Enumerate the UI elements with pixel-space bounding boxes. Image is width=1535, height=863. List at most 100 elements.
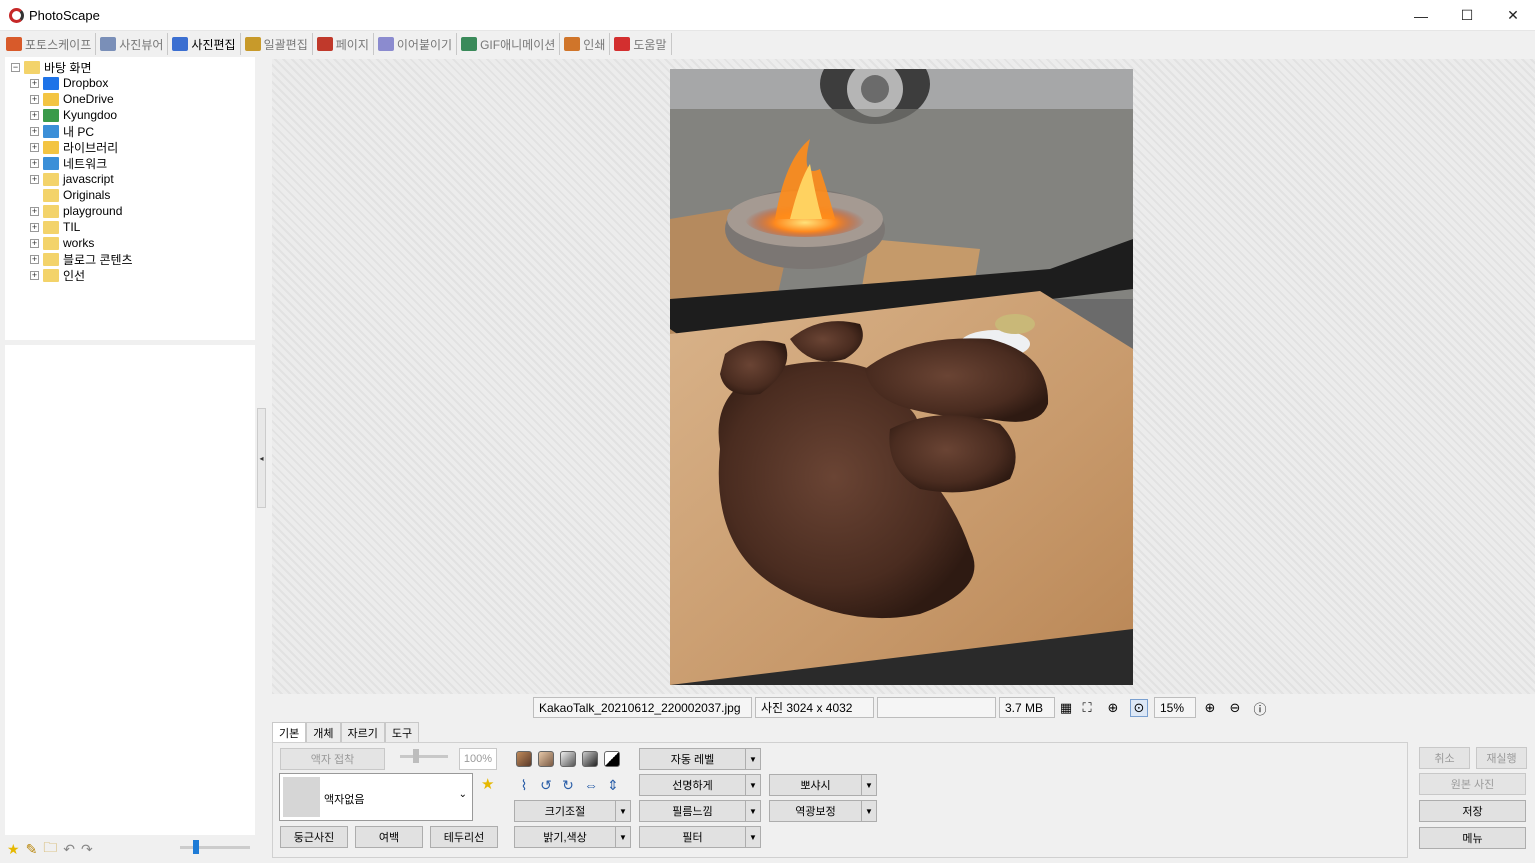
brightness-dropdown[interactable]: 밝기,색상 ▼: [514, 826, 631, 848]
main-tab-0[interactable]: 포토스케이프: [2, 33, 97, 55]
sharpen-dropdown[interactable]: 선명하게 ▼: [639, 774, 761, 796]
main-tab-7[interactable]: 인쇄: [560, 33, 611, 55]
tree-item[interactable]: + Kyungdoo: [30, 107, 117, 123]
sub-tab-2[interactable]: 자르기: [340, 722, 385, 742]
rotate-left-icon[interactable]: ↺: [537, 776, 555, 794]
expand-icon[interactable]: +: [30, 78, 39, 88]
backlight-dropdown[interactable]: 역광보정 ▼: [769, 800, 877, 822]
tone-bw-icon[interactable]: [604, 751, 620, 767]
sub-tab-3[interactable]: 도구: [384, 722, 420, 742]
tone-gray-icon[interactable]: [560, 751, 576, 767]
tree-item[interactable]: + 블로그 콘텐츠: [30, 251, 133, 267]
photo-info-icon[interactable]: ⓘ: [1251, 699, 1269, 717]
tone-brown-icon[interactable]: [516, 751, 532, 767]
bloom-dropdown[interactable]: 뽀샤시 ▼: [769, 774, 877, 796]
zoom-in-icon[interactable]: ⊕: [1201, 699, 1219, 717]
border-button[interactable]: 테두리선: [430, 826, 498, 848]
tree-item-label: works: [63, 236, 95, 250]
forward-arrow-icon[interactable]: ↷: [81, 841, 93, 858]
original-photo-button[interactable]: 원본 사진: [1419, 773, 1526, 795]
actual-size-icon[interactable]: ⊕: [1104, 699, 1122, 717]
frame-apply-button[interactable]: 액자 접착: [280, 748, 385, 770]
film-dropdown[interactable]: 필름느낌 ▼: [639, 800, 761, 822]
tone-sepia-icon[interactable]: [538, 751, 554, 767]
expand-icon[interactable]: +: [30, 94, 39, 104]
frame-percent-field[interactable]: 100%: [459, 748, 497, 770]
tree-item-label: OneDrive: [63, 92, 114, 106]
tree-item-label: 라이브러리: [63, 140, 119, 155]
expand-icon[interactable]: +: [30, 110, 39, 120]
expand-icon[interactable]: +: [30, 254, 39, 264]
tree-item[interactable]: + 네트워크: [30, 155, 107, 171]
auto-level-label: 자동 레벨: [639, 748, 746, 770]
tree-item[interactable]: + Dropbox: [30, 75, 108, 91]
frame-opacity-slider-thumb[interactable]: [413, 749, 419, 763]
expand-icon[interactable]: +: [30, 270, 39, 280]
film-label: 필름느낌: [639, 800, 746, 822]
favorite-frame-star-icon[interactable]: ★: [481, 775, 494, 793]
straighten-icon[interactable]: ⌇: [515, 776, 533, 794]
transparency-grid-icon[interactable]: ▦: [1057, 699, 1075, 717]
tree-item[interactable]: + 내 PC: [30, 123, 94, 139]
rotate-right-icon[interactable]: ↻: [559, 776, 577, 794]
collapse-icon[interactable]: −: [11, 62, 20, 72]
tree-item[interactable]: + 인선: [30, 267, 85, 283]
tree-item[interactable]: + works: [30, 235, 94, 251]
undo-button[interactable]: 취소: [1419, 747, 1470, 769]
favorite-star-icon[interactable]: ★: [7, 841, 20, 858]
main-tab-4[interactable]: 페이지: [313, 33, 374, 55]
auto-level-dropdown[interactable]: 자동 레벨 ▼: [639, 748, 761, 770]
main-tab-2[interactable]: 사진편집: [168, 33, 241, 55]
tree-item[interactable]: + playground: [30, 203, 122, 219]
frame-select-dropdown[interactable]: 액자없음 ⌄: [279, 773, 473, 821]
backlight-label: 역광보정: [769, 800, 862, 822]
tree-item[interactable]: + TIL: [30, 219, 80, 235]
tree-item[interactable]: + 라이브러리: [30, 139, 118, 155]
margin-button[interactable]: 여백: [355, 826, 423, 848]
tree-item-label: TIL: [63, 220, 81, 234]
expand-icon[interactable]: +: [30, 206, 39, 216]
tools-icon[interactable]: ✎: [26, 841, 38, 858]
main-tab-8[interactable]: 도움말: [610, 33, 672, 55]
expand-icon[interactable]: +: [30, 222, 39, 232]
sub-tab-1[interactable]: 개체: [306, 722, 341, 742]
tree-root-desktop[interactable]: − 바탕 화면: [11, 59, 92, 75]
image-canvas[interactable]: [272, 59, 1535, 694]
save-button[interactable]: 저장: [1419, 800, 1526, 822]
filter-dropdown[interactable]: 필터 ▼: [639, 826, 761, 848]
menu-button[interactable]: 메뉴: [1419, 827, 1526, 849]
expand-icon[interactable]: +: [30, 158, 39, 168]
main-tab-6[interactable]: GIF애니메이션: [457, 33, 561, 55]
fit-window-icon[interactable]: ⊙: [1130, 699, 1148, 717]
expand-icon[interactable]: +: [30, 142, 39, 152]
main-tab-3[interactable]: 일괄편집: [241, 33, 313, 55]
expand-icon[interactable]: +: [30, 126, 39, 136]
resize-dropdown[interactable]: 크기조절 ▼: [514, 800, 631, 822]
fit-screen-icon[interactable]: ⛶: [1078, 699, 1096, 717]
tree-item[interactable]: + javascript: [30, 171, 114, 187]
sub-tab-0[interactable]: 기본: [272, 722, 307, 742]
maximize-button[interactable]: ☐: [1444, 0, 1490, 31]
main-tab-1[interactable]: 사진뷰어: [96, 33, 169, 55]
folder-open-icon[interactable]: 🗀: [43, 837, 57, 861]
flip-horizontal-icon[interactable]: ⇔: [582, 776, 600, 794]
close-button[interactable]: ✕: [1490, 0, 1535, 31]
thumbnail-size-slider-track[interactable]: [180, 846, 250, 849]
flip-vertical-icon[interactable]: ⇕: [604, 776, 622, 794]
frame-select-label: 액자없음: [324, 794, 365, 806]
expand-icon[interactable]: +: [30, 238, 39, 248]
main-tab-5[interactable]: 이어붙이기: [374, 33, 458, 55]
redo-button[interactable]: 재실행: [1476, 747, 1527, 769]
tone-dark-icon[interactable]: [582, 751, 598, 767]
back-arrow-icon[interactable]: ↶: [63, 841, 75, 858]
tree-item[interactable]: + OneDrive: [30, 91, 114, 107]
frame-opacity-slider[interactable]: [400, 755, 448, 758]
thumbnail-size-slider-thumb[interactable]: [193, 840, 199, 854]
minimize-button[interactable]: —: [1398, 0, 1444, 31]
zoom-out-icon[interactable]: ⊖: [1226, 699, 1244, 717]
expand-icon[interactable]: +: [30, 174, 39, 184]
tree-item[interactable]: Originals: [30, 187, 110, 203]
editor-icon: [172, 37, 189, 51]
round-photo-button[interactable]: 둥근사진: [280, 826, 348, 848]
panel-collapse-handle[interactable]: ◂: [257, 408, 266, 508]
